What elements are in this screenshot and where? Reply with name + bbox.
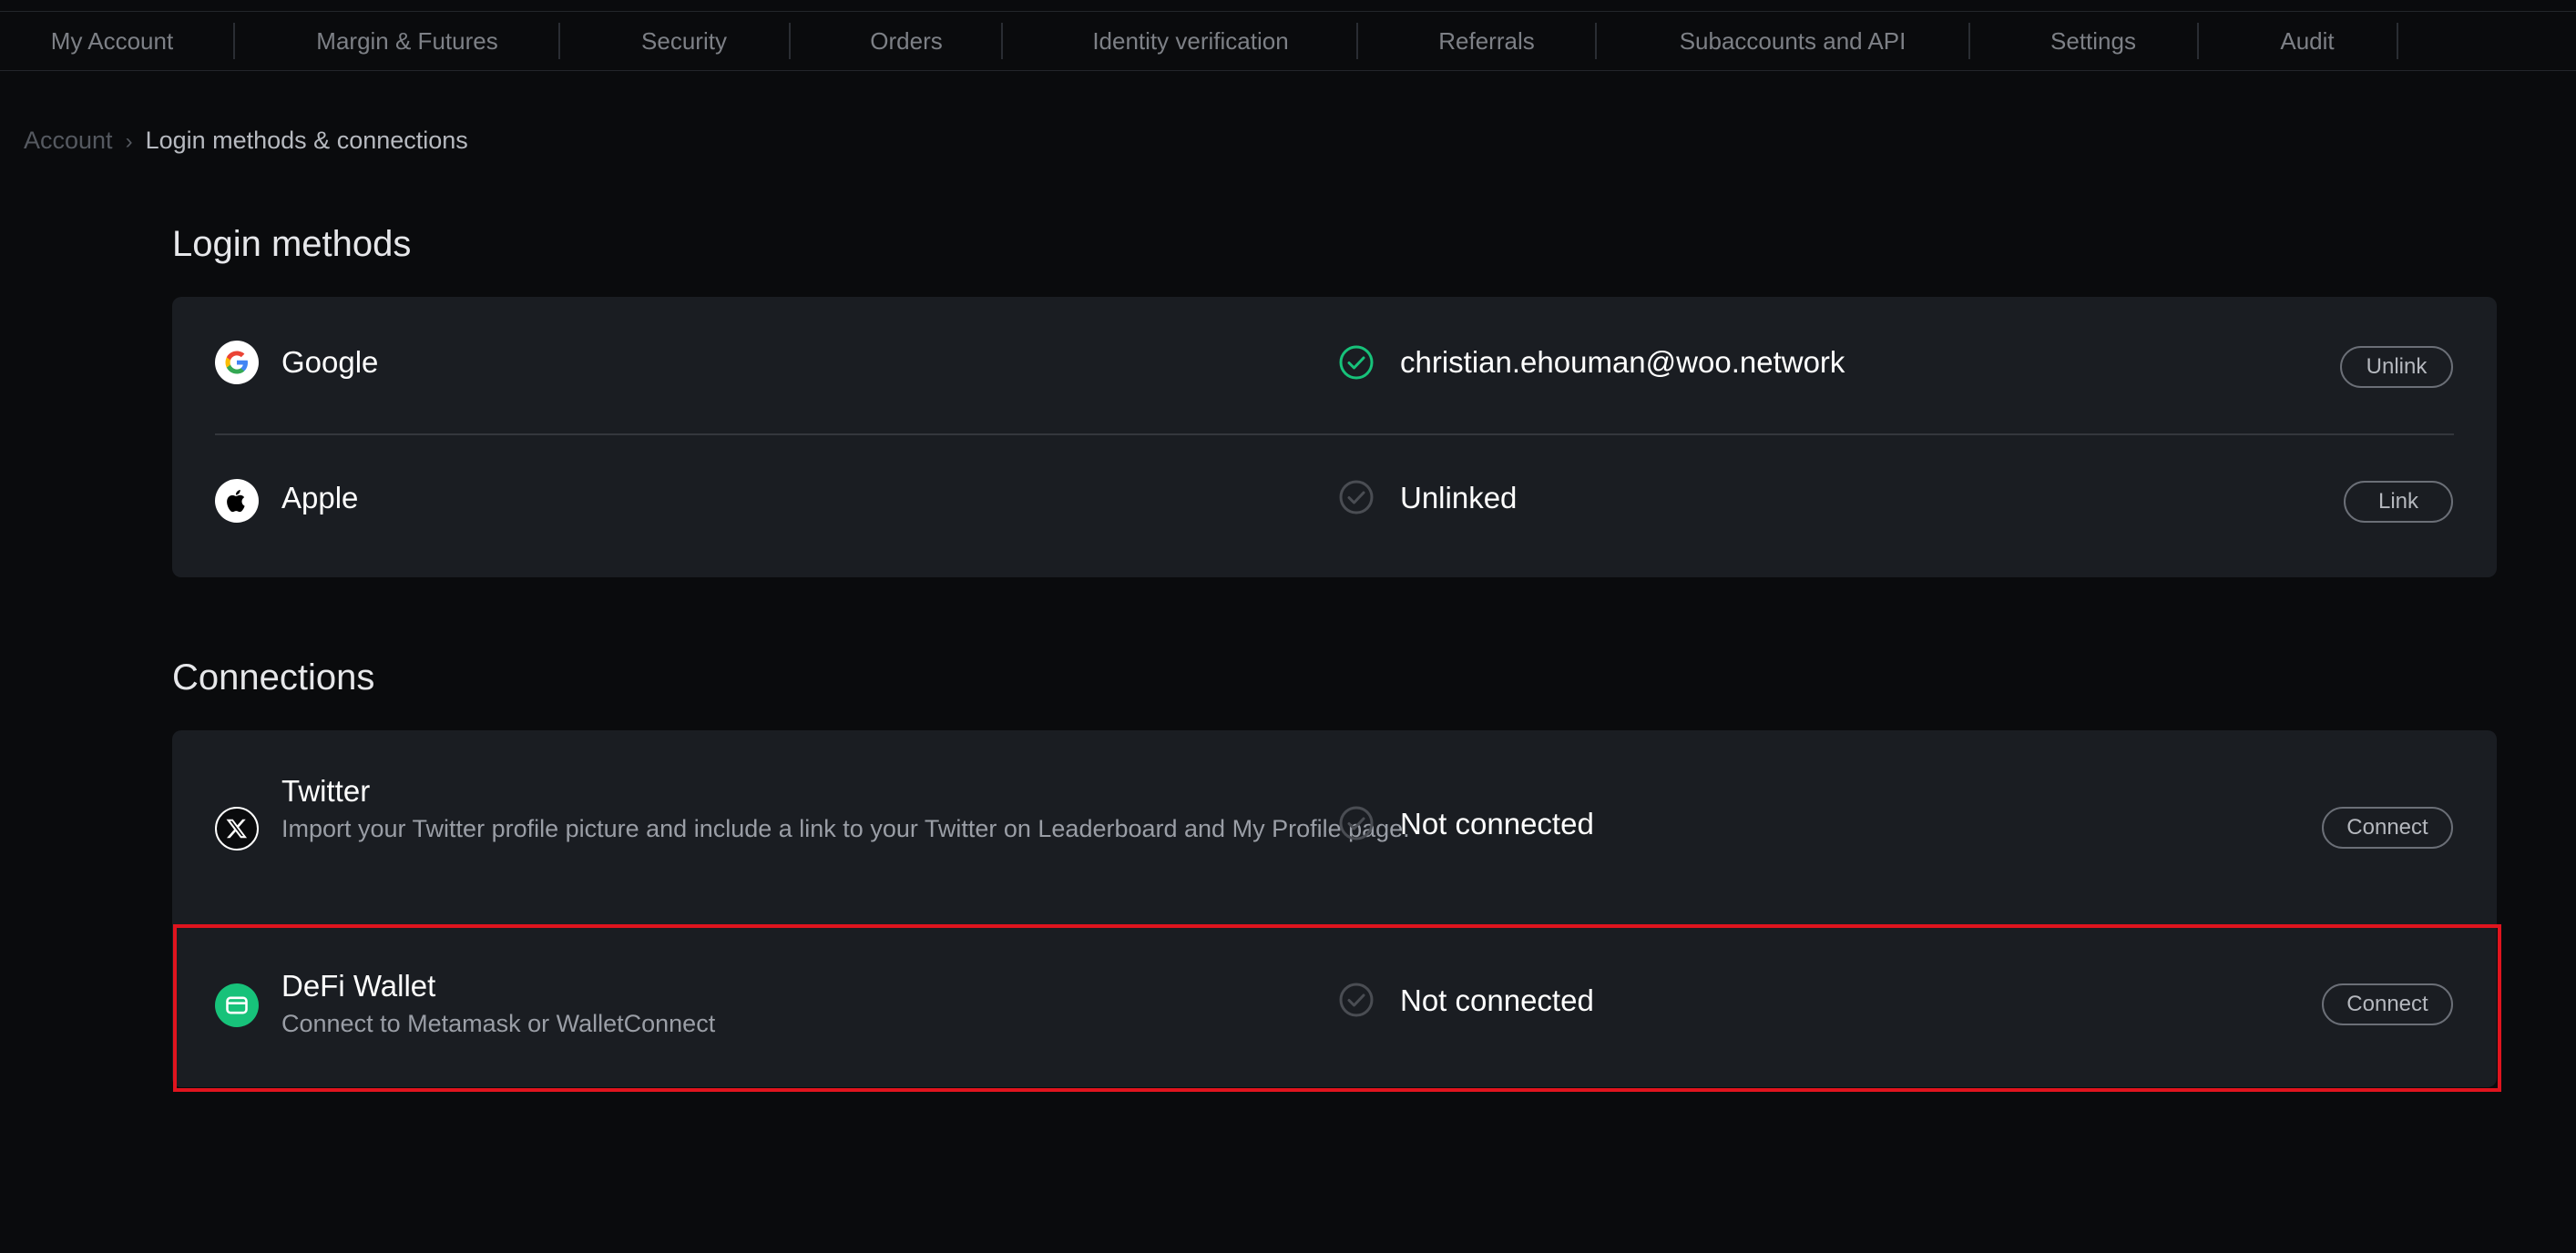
provider-name: Twitter xyxy=(281,774,371,808)
connections-title: Connections xyxy=(172,657,375,698)
tab-my-account[interactable]: My Account xyxy=(13,12,211,70)
apple-icon xyxy=(215,479,259,523)
tab-divider xyxy=(233,23,235,59)
login-methods-card: Google christian.ehouman@woo.network Unl… xyxy=(172,297,2497,577)
provider-description: Connect to Metamask or WalletConnect xyxy=(281,1010,716,1037)
wallet-icon xyxy=(215,983,259,1027)
login-method-row-google: Google christian.ehouman@woo.network Unl… xyxy=(172,297,2497,433)
provider-name: DeFi Wallet xyxy=(281,969,436,1003)
unlink-button[interactable]: Unlink xyxy=(2340,346,2453,388)
connection-row-twitter: Twitter Import your Twitter profile pict… xyxy=(172,730,2497,923)
tab-identity-verification[interactable]: Identity verification xyxy=(1038,12,1343,70)
tab-divider xyxy=(1356,23,1358,59)
tab-audit[interactable]: Audit xyxy=(2223,12,2392,70)
breadcrumb-chevron-icon: › xyxy=(125,129,133,154)
check-circle-icon xyxy=(1338,982,1375,1018)
google-icon xyxy=(215,341,259,384)
breadcrumb-current: Login methods & connections xyxy=(145,127,468,154)
tab-referrals[interactable]: Referrals xyxy=(1385,12,1589,70)
linked-email: christian.ehouman@woo.network xyxy=(1400,345,1845,379)
link-button[interactable]: Link xyxy=(2344,481,2453,523)
tab-subaccounts-api[interactable]: Subaccounts and API xyxy=(1621,12,1964,70)
connect-twitter-button[interactable]: Connect xyxy=(2322,807,2453,849)
tab-divider xyxy=(1595,23,1597,59)
check-circle-icon xyxy=(1338,479,1375,515)
breadcrumb: Account › Login methods & connections xyxy=(24,122,468,158)
breadcrumb-account-link[interactable]: Account xyxy=(24,127,113,154)
connection-row-defi-wallet: DeFi Wallet Connect to Metamask or Walle… xyxy=(172,923,2497,1087)
tab-security[interactable]: Security xyxy=(594,12,774,70)
connection-status: Not connected xyxy=(1400,983,1594,1017)
login-method-row-apple: Apple Unlinked Link xyxy=(172,435,2497,577)
provider-name: Google xyxy=(281,345,379,379)
provider-name: Apple xyxy=(281,481,359,514)
tab-orders[interactable]: Orders xyxy=(820,12,993,70)
tab-divider xyxy=(789,23,791,59)
top-nav: My Account Margin & Futures Security Ord… xyxy=(0,11,2576,71)
tab-divider xyxy=(2397,23,2398,59)
tab-settings[interactable]: Settings xyxy=(1995,12,2192,70)
link-status: Unlinked xyxy=(1400,481,1518,514)
connections-card: Twitter Import your Twitter profile pict… xyxy=(172,730,2497,1087)
login-methods-title: Login methods xyxy=(172,224,412,264)
tab-divider xyxy=(1001,23,1003,59)
check-circle-icon xyxy=(1338,805,1375,841)
tab-margin-futures[interactable]: Margin & Futures xyxy=(273,12,541,70)
tab-divider xyxy=(1968,23,1970,59)
connection-status: Not connected xyxy=(1400,807,1594,840)
tab-divider xyxy=(2197,23,2199,59)
check-circle-icon xyxy=(1338,344,1375,381)
connect-defi-wallet-button[interactable]: Connect xyxy=(2322,983,2453,1025)
provider-description: Import your Twitter profile picture and … xyxy=(281,815,1410,842)
tab-divider xyxy=(558,23,560,59)
x-twitter-icon xyxy=(215,807,259,851)
